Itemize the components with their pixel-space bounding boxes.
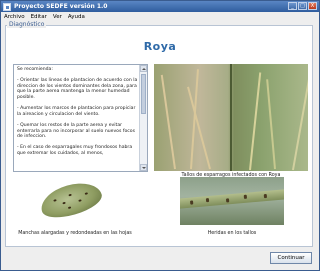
close-button[interactable]: X <box>308 2 317 10</box>
leaf-photo-caption: Manchas alargadas y redondeadas en las h… <box>18 231 132 236</box>
stalk-wound <box>225 198 230 203</box>
window-controls: _ □ X <box>288 2 317 10</box>
stalk-wound <box>205 198 210 203</box>
stalk-wound <box>189 200 194 205</box>
minimize-button[interactable]: _ <box>288 2 297 10</box>
scroll-up-arrow-icon[interactable] <box>140 65 147 72</box>
leaf-spot <box>84 192 89 195</box>
menu-bar: Archivo Editar Ver Ayuda <box>1 12 319 21</box>
disease-heading: Roya <box>143 40 177 53</box>
leaf-shape <box>38 178 103 223</box>
window-title: Proyecto SEDFE versión 1.0 <box>14 3 108 10</box>
leaf-spot <box>67 206 72 210</box>
recommendation-text: Se recomienda: - Orientar las lineas de … <box>17 67 138 156</box>
scroll-thumb[interactable] <box>141 74 146 114</box>
stalk-wounds-photo <box>180 177 284 225</box>
stem-shape <box>292 67 308 171</box>
stem-shape <box>160 74 176 170</box>
menu-archivo[interactable]: Archivo <box>4 14 25 20</box>
leaf-spot <box>78 199 82 202</box>
text-scrollbar[interactable] <box>139 65 147 171</box>
leaf-spot <box>62 201 66 205</box>
menu-ver[interactable]: Ver <box>53 14 62 20</box>
leaf-spots-photo <box>38 178 103 223</box>
continue-button[interactable]: Continuar <box>270 252 312 264</box>
app-icon <box>3 2 11 11</box>
stalk-wound <box>243 194 248 199</box>
stalk-photo-caption: Heridas en los tallos <box>207 231 257 236</box>
maximize-button[interactable]: □ <box>298 2 307 10</box>
leaf-spot <box>53 199 57 202</box>
menu-ayuda[interactable]: Ayuda <box>68 14 85 20</box>
photo-divider <box>230 64 232 171</box>
stalk-shape <box>180 189 284 209</box>
stem-shape <box>266 79 276 170</box>
recommendation-textarea[interactable]: Se recomienda: - Orientar las lineas de … <box>13 64 148 172</box>
scroll-down-arrow-icon[interactable] <box>140 164 147 171</box>
menu-editar[interactable]: Editar <box>31 14 47 20</box>
leaf-spot <box>68 193 72 197</box>
infected-stems-photo <box>154 64 308 171</box>
stalk-wound <box>263 193 268 199</box>
title-bar[interactable]: Proyecto SEDFE versión 1.0 _ □ X <box>1 1 319 12</box>
stem-shape <box>249 72 262 171</box>
panel-title: Diagnóstico <box>7 21 47 28</box>
